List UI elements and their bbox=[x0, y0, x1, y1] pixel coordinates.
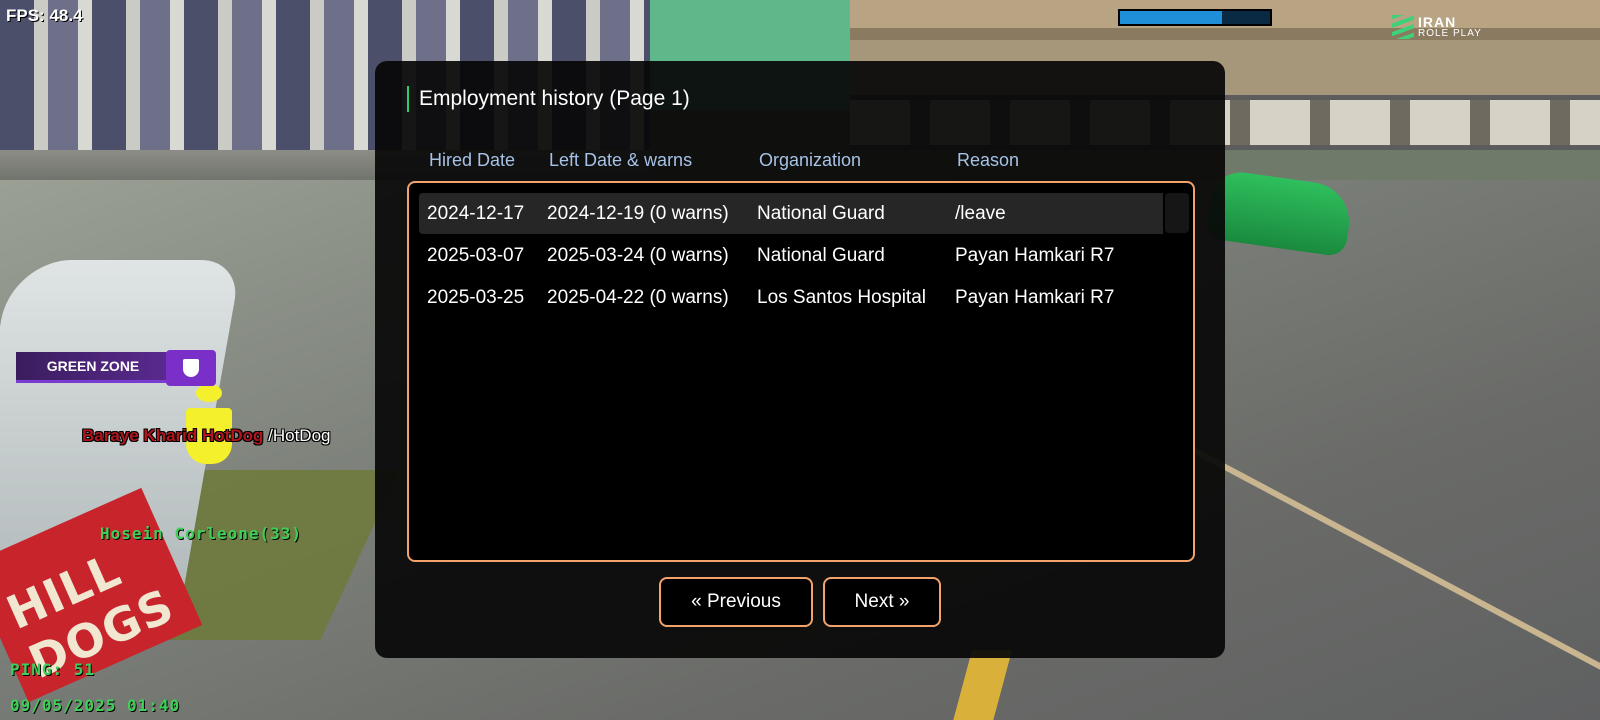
column-headers: Hired Date Left Date & warns Organizatio… bbox=[429, 150, 1195, 176]
cell-left-date: 2024-12-19 (0 warns) bbox=[547, 203, 729, 224]
cell-hired-date: 2024-12-17 bbox=[427, 203, 525, 224]
health-bar bbox=[1118, 9, 1272, 26]
ping-readout: PING: 51 bbox=[10, 660, 96, 679]
column-header-hired-date: Hired Date bbox=[429, 150, 516, 170]
player-nametag: Hosein Corleone(33) bbox=[100, 524, 303, 543]
employment-history-dialog: Employment history (Page 1) Hired Date L… bbox=[375, 61, 1225, 658]
server-logo: IRAN ROLE PLAY bbox=[1392, 12, 1502, 40]
previous-page-button[interactable]: « Previous bbox=[659, 577, 813, 627]
cell-left-date: 2025-04-22 (0 warns) bbox=[547, 287, 729, 308]
cell-organization: Los Santos Hospital bbox=[757, 287, 926, 308]
cell-hired-date: 2025-03-07 bbox=[427, 245, 525, 266]
cell-reason: Payan Hamkari R7 bbox=[955, 287, 1115, 308]
logo-mark-icon bbox=[1392, 15, 1414, 39]
date-time-readout: 09/05/2025 01:40 bbox=[10, 696, 181, 715]
cell-reason: Payan Hamkari R7 bbox=[955, 245, 1115, 266]
dialog-title: Employment history (Page 1) bbox=[407, 86, 690, 112]
table-row[interactable]: 2025-03-07 2025-03-24 (0 warns) National… bbox=[419, 235, 1163, 276]
column-header-left-date: Left Date & warns bbox=[549, 150, 693, 170]
shield-icon bbox=[166, 350, 216, 386]
cell-organization: National Guard bbox=[757, 203, 885, 224]
cell-left-date: 2025-03-24 (0 warns) bbox=[547, 245, 729, 266]
table-row[interactable]: 2024-12-17 2024-12-19 (0 warns) National… bbox=[419, 193, 1163, 234]
npc-command: /HotDog bbox=[268, 426, 331, 445]
green-zone-indicator: GREEN ZONE bbox=[16, 350, 216, 386]
cell-reason: /leave bbox=[955, 203, 1006, 224]
fps-counter: FPS: 48.4 bbox=[6, 6, 83, 25]
cell-hired-date: 2025-03-25 bbox=[427, 287, 525, 308]
table-row[interactable]: 2025-03-25 2025-04-22 (0 warns) Los Sant… bbox=[419, 277, 1163, 318]
npc-label: Baraye Kharid HotDog /HotDog bbox=[82, 426, 330, 446]
health-bar-fill bbox=[1120, 11, 1222, 24]
next-page-button[interactable]: Next » bbox=[823, 577, 941, 627]
logo-sub-text: ROLE PLAY bbox=[1418, 28, 1482, 39]
pickup-marker-icon bbox=[186, 384, 232, 464]
npc-label-text: Baraye Kharid HotDog bbox=[82, 426, 264, 445]
zone-label: GREEN ZONE bbox=[16, 352, 170, 383]
column-header-organization: Organization bbox=[759, 150, 862, 170]
history-table: 2024-12-17 2024-12-19 (0 warns) National… bbox=[407, 181, 1195, 562]
scrollbar[interactable] bbox=[1165, 193, 1189, 233]
column-header-reason: Reason bbox=[957, 150, 1020, 170]
cell-organization: National Guard bbox=[757, 245, 885, 266]
